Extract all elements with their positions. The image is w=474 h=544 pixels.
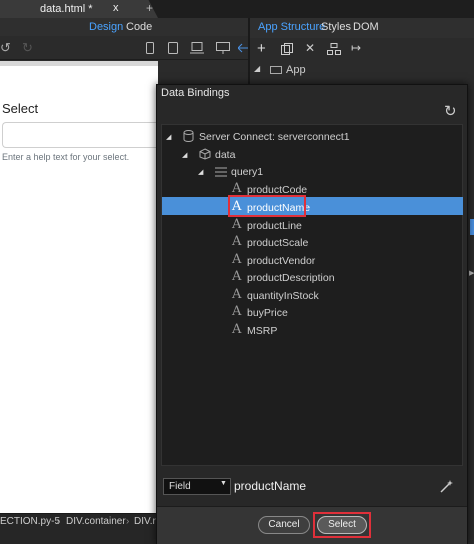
tree-node-field[interactable]: productDescription	[247, 272, 335, 284]
tab-close-button[interactable]: x	[113, 2, 119, 14]
tree-node-query[interactable]: query1	[231, 166, 263, 178]
tab-code[interactable]: Code	[126, 21, 152, 33]
select-form-control[interactable]	[2, 122, 158, 148]
field-icon: A	[232, 252, 242, 267]
select-form-label: Select	[2, 101, 39, 116]
field-icon: A	[232, 181, 242, 196]
app-icon	[270, 66, 282, 74]
laptop-view-icon[interactable]	[190, 42, 204, 54]
delete-icon[interactable]: ✕	[305, 41, 315, 55]
tree-caret-icon[interactable]: ◢	[254, 64, 260, 73]
breadcrumb-item[interactable]: DIV.container	[66, 516, 126, 527]
expand-caret-icon[interactable]: ◢	[182, 151, 187, 159]
binding-expression[interactable]: productName	[234, 479, 306, 493]
add-component-icon[interactable]: +	[257, 40, 266, 57]
selection-annotation-box	[228, 195, 306, 217]
tree-node-field[interactable]: productScale	[247, 237, 308, 249]
database-icon	[183, 130, 194, 142]
canvas-scrollbar[interactable]	[0, 61, 158, 66]
dialog-title: Data Bindings	[161, 87, 230, 99]
right-panel-edge	[468, 84, 474, 544]
tree-node-field[interactable]: MSRP	[247, 325, 277, 337]
binding-type-value: Field	[169, 481, 191, 492]
field-icon: A	[232, 234, 242, 249]
select-annotation-box	[313, 512, 371, 538]
field-icon: A	[232, 269, 242, 284]
expand-caret-icon[interactable]: ◢	[166, 133, 171, 141]
selected-row-highlight	[162, 197, 463, 215]
editor-toolbar	[0, 36, 248, 60]
new-tab-button[interactable]: +	[146, 1, 153, 15]
refresh-icon[interactable]: ↻	[444, 102, 457, 120]
field-icon: A	[232, 322, 242, 337]
magic-wand-icon[interactable]	[440, 479, 454, 493]
field-icon: A	[232, 217, 242, 232]
tree-node-field[interactable]: productVendor	[247, 255, 315, 267]
move-in-icon[interactable]: ↦	[351, 41, 361, 55]
mobile-view-icon[interactable]	[146, 42, 154, 54]
tablet-view-icon[interactable]	[168, 42, 178, 54]
app-root-node[interactable]: App	[286, 64, 306, 76]
scroll-marker[interactable]	[470, 219, 474, 235]
tree-node-field[interactable]: buyPrice	[247, 307, 288, 319]
tab-styles[interactable]: Styles	[321, 21, 351, 33]
field-icon: A	[232, 304, 242, 319]
responsive-view-icon[interactable]	[238, 42, 248, 54]
tree-node-data[interactable]: data	[215, 149, 235, 161]
undo-icon[interactable]: ↺	[0, 40, 11, 56]
select-help-text: Enter a help text for your select.	[2, 152, 130, 162]
tab-design[interactable]: Design	[89, 21, 123, 33]
cancel-button[interactable]: Cancel	[258, 516, 310, 534]
breadcrumb-separator-icon: ›	[56, 516, 60, 527]
tree-node-field[interactable]: quantityInStock	[247, 290, 319, 302]
desktop-view-icon[interactable]	[216, 42, 230, 54]
cube-icon	[199, 148, 211, 160]
field-icon: A	[232, 287, 242, 302]
editor-view-tabs	[0, 18, 248, 36]
breadcrumb-item[interactable]: ECTION.py-5	[0, 516, 60, 527]
structure-icon[interactable]	[327, 43, 341, 55]
breadcrumb-separator-icon: ›	[126, 516, 130, 527]
dialog-footer	[157, 506, 467, 544]
list-icon	[215, 167, 227, 177]
chevron-right-icon[interactable]: ▶	[469, 269, 474, 277]
tree-node-server-connect[interactable]: Server Connect: serverconnect1	[199, 131, 350, 143]
chevron-down-icon[interactable]: ▼	[220, 480, 227, 487]
document-tab-title[interactable]: data.html *	[40, 3, 93, 15]
expand-caret-icon[interactable]: ◢	[198, 168, 203, 176]
redo-icon[interactable]: ↻	[22, 40, 33, 56]
copy-icon[interactable]	[281, 43, 293, 55]
tab-dom[interactable]: DOM	[353, 21, 379, 33]
tree-node-field[interactable]: productLine	[247, 220, 302, 232]
tab-app-structure[interactable]: App Structure	[258, 21, 325, 33]
